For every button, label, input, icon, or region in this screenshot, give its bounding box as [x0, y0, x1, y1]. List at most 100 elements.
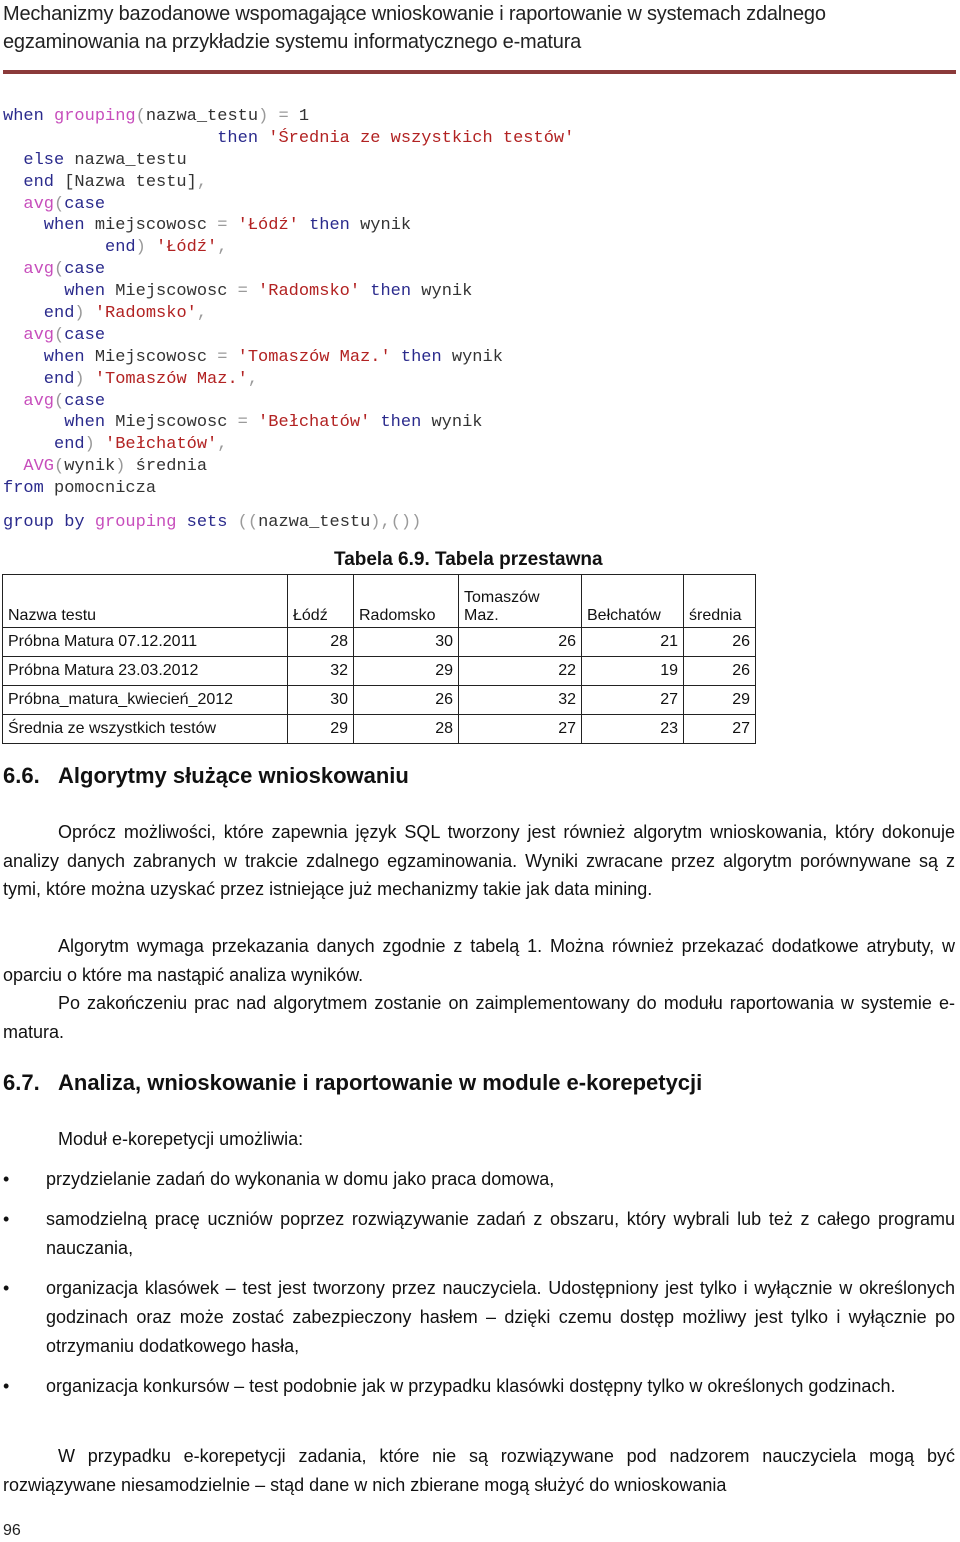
section-number: 6.7.	[3, 1070, 40, 1095]
code-token: end	[3, 435, 85, 455]
code-token: )	[74, 304, 95, 324]
list-item-text: organizacja konkursów – test podobnie ja…	[46, 1376, 896, 1396]
code-token: 1	[298, 107, 310, 126]
code-token: nazwa_testu	[258, 513, 371, 533]
code-line: end) 'Radomsko',	[3, 303, 574, 325]
code-token: (	[54, 325, 65, 345]
code-token: 'Bełchatów'	[105, 435, 218, 455]
code-token: then	[390, 347, 452, 367]
bullet-icon: •	[3, 1169, 10, 1189]
section-number: 6.6.	[3, 763, 40, 788]
list-item: • przydzielanie zadań do wykonania w domu…	[0, 1165, 955, 1194]
code-line: from pomocnicza	[3, 478, 574, 500]
paragraph: W przypadku e-korepetycji zadania, które…	[3, 1442, 955, 1499]
code-line: avg(case	[3, 194, 574, 216]
code-token: Miejscowosc	[115, 413, 238, 433]
list-item-text: samodzielną pracę uczniów poprzez rozwią…	[46, 1209, 955, 1258]
code-line: end) 'Tomaszów Maz.',	[3, 369, 574, 391]
code-line: end) 'Bełchatów',	[3, 434, 574, 456]
bullet-list: • przydzielanie zadań do wykonania w domu…	[0, 1165, 955, 1412]
header-tomaszow: Tomaszów Maz.	[458, 574, 582, 628]
cell-value: 27	[581, 685, 684, 715]
code-token: end	[3, 304, 75, 324]
cell-value: 26	[353, 685, 459, 715]
code-token: (	[135, 107, 146, 126]
header-srednia: średnia	[683, 574, 756, 628]
code-token: =	[237, 282, 259, 302]
bullet-icon: •	[3, 1209, 10, 1229]
code-token: średnia	[135, 457, 208, 477]
code-token: avg	[3, 194, 55, 214]
code-token: then	[3, 128, 269, 148]
paragraph: Algorytm wymaga przekazania danych zgodn…	[3, 932, 955, 989]
code-token: avg	[3, 260, 55, 280]
code-line: else nazwa_testu	[3, 150, 574, 172]
list-item-text: przydzielanie zadań do wykonania w domu …	[46, 1169, 555, 1189]
code-token: 'Radomsko'	[258, 282, 361, 302]
code-token: avg	[3, 391, 55, 411]
code-token: wynik	[451, 347, 503, 367]
table-caption: Tabela 6.9. Tabela przestawna	[334, 549, 603, 570]
cell-value: 30	[353, 627, 459, 657]
code-line: then 'Średnia ze wszystkich testów'	[3, 128, 574, 150]
pivot-table: Nazwa testu Łódź Radomsko Tomaszów Maz. …	[2, 574, 756, 744]
header-rule	[3, 70, 956, 74]
code-token: [Nazwa testu]	[64, 172, 197, 192]
cell-value: 32	[458, 685, 582, 715]
code-token: ,	[217, 435, 228, 455]
cell-value: 29	[287, 714, 354, 744]
code-token: miejscowosc	[94, 216, 218, 236]
code-token: (	[54, 260, 65, 280]
code-line: when miejscowosc = 'Łódź' then wynik	[3, 215, 574, 237]
code-line: when grouping(nazwa_testu) = 1	[3, 106, 574, 128]
table-row: Próbna_matura_kwiecień_2012 30 26 32 27 …	[2, 685, 756, 715]
code-token: (	[54, 391, 65, 411]
paragraph-intro: Moduł e-korepetycji umożliwia:	[3, 1125, 955, 1154]
list-item: • organizacja konkursów – test podobnie j…	[0, 1372, 955, 1401]
table-row: Próbna Matura 07.12.2011 28 30 26 21 26	[2, 627, 756, 657]
code-token: else	[3, 150, 75, 170]
section-heading-6-6: 6.6. Algorytmy służące wnioskowaniu	[3, 763, 409, 789]
code-token: 'Bełchatów'	[258, 413, 371, 433]
header-belchatow: Bełchatów	[581, 574, 684, 628]
code-token: then	[360, 282, 422, 302]
cell-value: 29	[353, 656, 459, 686]
code-token: from	[3, 479, 55, 499]
header-title-line-1: Mechanizmy bazodanowe wspomagające wnios…	[3, 3, 826, 25]
code-token: then	[298, 216, 361, 236]
code-token: 'Łódź'	[237, 216, 299, 236]
cell-test-name: Próbna Matura 23.03.2012	[2, 656, 288, 686]
cell-value: 26	[458, 627, 582, 657]
header-title-line-2: egzaminowania na przykładzie systemu inf…	[3, 31, 582, 53]
cell-test-name: Średnia ze wszystkich testów	[2, 714, 288, 744]
code-token: )	[84, 435, 106, 455]
code-token: when	[3, 282, 116, 302]
cell-value: 21	[581, 627, 684, 657]
code-line: avg(case	[3, 259, 574, 281]
code-token: wynik	[421, 282, 473, 302]
code-token: when	[3, 413, 116, 433]
cell-value: 28	[287, 627, 354, 657]
paragraph: Oprócz możliwości, które zapewnia język …	[3, 818, 955, 904]
table-row-average: Średnia ze wszystkich testów 29 28 27 23…	[2, 714, 756, 744]
code-token: Miejscowosc	[115, 282, 238, 302]
cell-test-name: Próbna_matura_kwiecień_2012	[2, 685, 288, 715]
code-token: AVG	[3, 457, 55, 477]
code-token: =	[237, 413, 259, 433]
paragraph-text: Po zakończeniu prac nad algorytmem zosta…	[3, 993, 955, 1042]
code-token: end	[3, 369, 75, 389]
code-line: when Miejscowosc = 'Bełchatów' then wyni…	[3, 412, 574, 434]
code-token: sets	[176, 513, 238, 533]
code-token: wynik	[431, 413, 483, 433]
bullet-icon: •	[3, 1376, 10, 1396]
code-token: ),())	[370, 513, 422, 533]
header-lodz: Łódź	[287, 574, 354, 628]
code-line: when Miejscowosc = 'Radomsko' then wynik	[3, 281, 574, 303]
code-token: ,	[217, 238, 228, 258]
code-line: avg(case	[3, 391, 574, 413]
code-token: end	[3, 172, 65, 192]
list-item-text: organizacja klasówek – test jest tworzon…	[46, 1278, 955, 1356]
paragraph: Po zakończeniu prac nad algorytmem zosta…	[3, 989, 955, 1046]
code-line: avg(case	[3, 325, 574, 347]
